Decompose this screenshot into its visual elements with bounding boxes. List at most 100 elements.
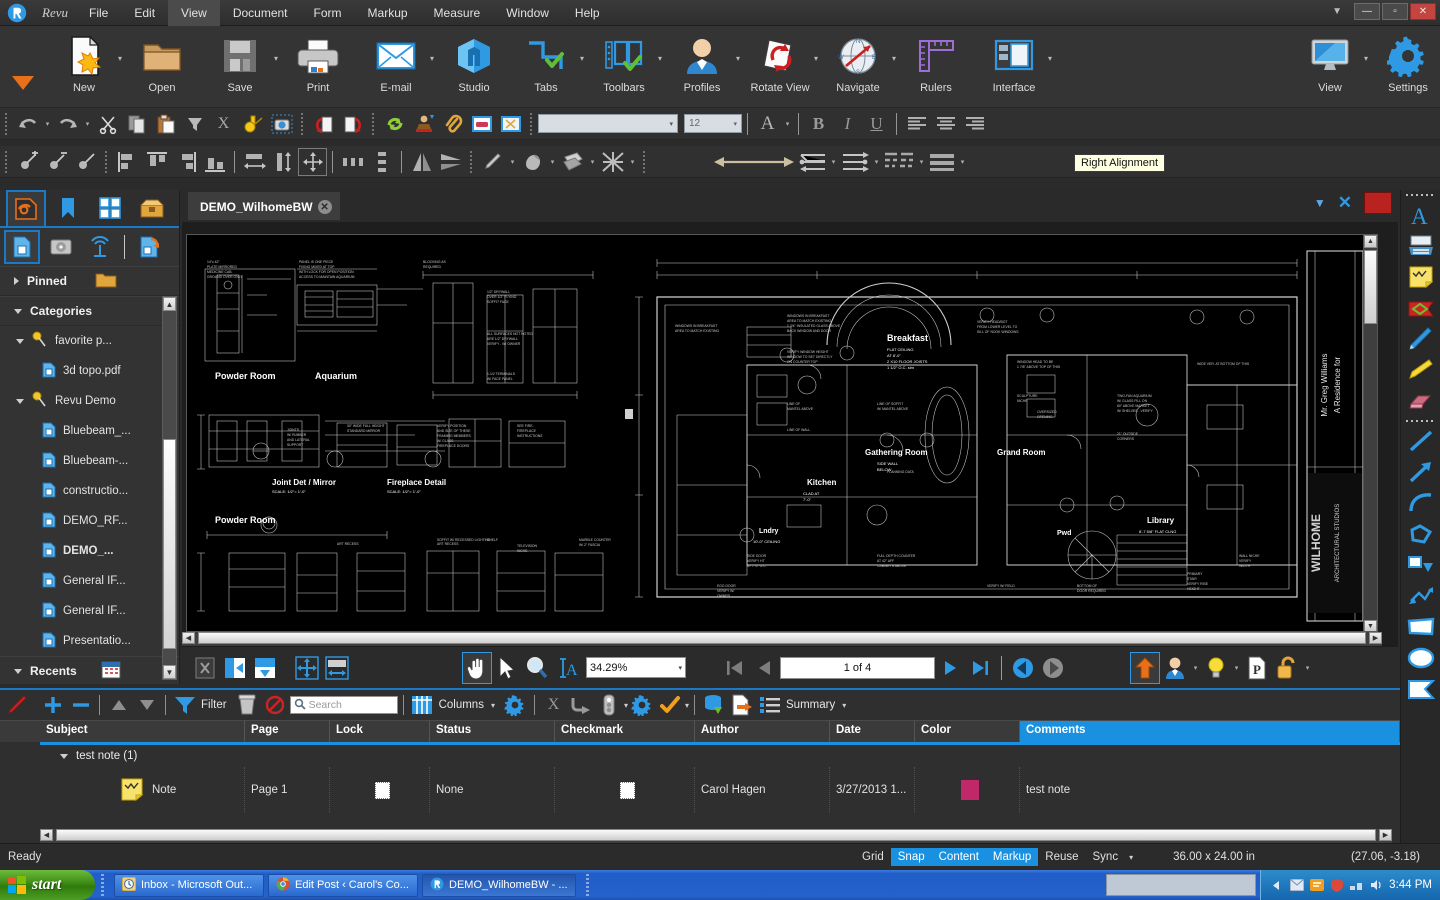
file-demo-active[interactable]: DEMO_... [0, 536, 179, 566]
lightbulb-caret-icon[interactable]: ▾ [1231, 654, 1242, 682]
pen-caret-icon[interactable]: ▾ [507, 148, 518, 176]
text-A-icon[interactable]: A [1403, 199, 1439, 230]
next-page-icon[interactable] [935, 652, 965, 684]
ribbon-dropdown-arrow[interactable] [10, 74, 36, 95]
maximize-button[interactable]: ▫ [1382, 3, 1408, 20]
file-demo-rf[interactable]: DEMO_RF... [0, 506, 179, 536]
paste-icon[interactable] [151, 110, 180, 138]
taskbar-item-outlook[interactable]: Inbox - Microsoft Out... [114, 874, 264, 897]
column-header-checkmark[interactable]: Checkmark [555, 721, 695, 742]
trash-can-icon[interactable] [234, 691, 261, 719]
distribute-vertical-icon[interactable] [269, 148, 298, 176]
plus-icon[interactable] [39, 691, 66, 719]
panel-subtab-documents[interactable] [4, 230, 40, 264]
status-toggle-grid[interactable]: Grid [855, 848, 891, 866]
strip-grip[interactable] [1406, 416, 1436, 425]
clear-circle-slash-icon[interactable] [262, 691, 289, 719]
page-vertical-scrollbar[interactable]: ▲ ▼ [1363, 235, 1378, 632]
highlighter-icon[interactable] [1403, 354, 1439, 385]
column-header-date[interactable]: Date [830, 721, 915, 742]
print-button[interactable]: Print [284, 26, 352, 104]
align-left-objects-icon[interactable] [113, 148, 142, 176]
unlock-caret-icon[interactable]: ▾ [1302, 654, 1313, 682]
underline-icon[interactable]: U [862, 110, 891, 138]
toolbar-grip[interactable] [641, 151, 648, 173]
text-align-caret-icon[interactable]: ▾ [916, 148, 927, 176]
new-caret-icon[interactable]: ▾ [118, 26, 128, 63]
tray-clock[interactable]: 3:44 PM [1389, 879, 1432, 891]
hatch-pattern-icon[interactable] [598, 148, 627, 176]
interface-button[interactable]: Interface [980, 26, 1048, 104]
snapshot-camera-icon[interactable] [267, 110, 296, 138]
columns-icon[interactable] [409, 691, 436, 719]
select-text-icon[interactable]: A [552, 652, 582, 684]
columns-caret-icon[interactable]: ▾ [491, 701, 495, 710]
refresh-link-icon[interactable] [380, 110, 409, 138]
column-header-author[interactable]: Author [695, 721, 830, 742]
rulers-button[interactable]: Rulers [902, 26, 970, 104]
panel-subtab-recent[interactable] [131, 230, 167, 264]
file-bluebeam-1[interactable]: Bluebeam_... [0, 416, 179, 446]
font-color-A-icon[interactable]: A [753, 110, 782, 138]
start-button[interactable]: start [0, 870, 95, 900]
status-caret-icon[interactable]: ▾ [624, 701, 628, 710]
menu-measure[interactable]: Measure [421, 0, 494, 26]
profiles-caret-icon[interactable]: ▾ [736, 26, 746, 63]
delete-x-icon[interactable]: X [540, 691, 567, 719]
section-categories[interactable]: Categories [0, 296, 179, 326]
toolbar-grip[interactable] [528, 113, 535, 135]
chevron-down-icon[interactable] [14, 669, 22, 674]
toolbar-grip[interactable] [370, 113, 377, 135]
network-icon[interactable] [1349, 878, 1364, 893]
panel-scrollbar[interactable]: ▲ ▼ [162, 296, 177, 680]
up-arrow-orange-icon[interactable] [1130, 652, 1160, 684]
line-icon[interactable] [1403, 425, 1439, 456]
cell-checkmark[interactable] [555, 767, 695, 813]
rotate-view-button[interactable]: Rotate View [746, 26, 814, 104]
cut-scissors-icon[interactable] [93, 110, 122, 138]
tabs-caret-icon[interactable]: ▾ [580, 26, 590, 63]
summary-caret-icon[interactable]: ▾ [842, 701, 846, 710]
close-button[interactable]: ✕ [1410, 3, 1436, 20]
checkmark-caret-icon[interactable]: ▾ [685, 701, 689, 710]
settings-button[interactable]: Settings [1374, 26, 1440, 104]
status-toggle-sync[interactable]: Sync [1086, 848, 1126, 866]
panel-tab-file-access[interactable] [6, 190, 46, 226]
taskbar-item-revu[interactable]: DEMO_WilhomeBW - ... [422, 874, 576, 897]
redo-icon[interactable] [53, 110, 82, 138]
cloud-shape-icon[interactable] [1403, 673, 1439, 704]
summary-list-icon[interactable] [756, 691, 783, 719]
pencil-edit-icon[interactable] [4, 691, 31, 719]
orange-checkmark-icon[interactable] [657, 691, 684, 719]
polyline-icon[interactable] [1403, 518, 1439, 549]
zoom-magnifier-icon[interactable] [522, 652, 552, 684]
pan-hand-icon[interactable] [462, 652, 492, 684]
database-import-icon[interactable] [700, 691, 727, 719]
minimize-button[interactable]: — [1354, 3, 1380, 20]
arc-icon[interactable] [1403, 487, 1439, 518]
fit-width-icon[interactable] [322, 652, 352, 684]
bold-icon[interactable]: B [804, 110, 833, 138]
rotate-node-minus-icon[interactable] [42, 148, 71, 176]
file-bluebeam-2[interactable]: Bluebeam-... [0, 446, 179, 476]
align-left-icon[interactable] [902, 110, 931, 138]
hatch-caret-icon[interactable]: ▾ [627, 148, 638, 176]
menu-edit[interactable]: Edit [121, 0, 168, 26]
font-family-select[interactable]: ▾ [538, 114, 678, 133]
leader-right-icon[interactable] [839, 148, 871, 176]
flip-horizontal-icon[interactable] [407, 148, 436, 176]
down-triangle-icon[interactable] [133, 691, 160, 719]
profiles-button[interactable]: Profiles [668, 26, 736, 104]
column-header-color[interactable]: Color [915, 721, 1020, 742]
section-recents[interactable]: Recents [0, 656, 179, 684]
markups-horizontal-scrollbar[interactable]: ◀ ▶ [40, 829, 1392, 843]
sticky-note-icon[interactable] [1403, 261, 1439, 292]
lock-checkbox[interactable] [375, 782, 390, 799]
rotate-ccw-page-icon[interactable] [309, 110, 338, 138]
toolbars-caret-icon[interactable]: ▾ [658, 26, 668, 63]
menu-form[interactable]: Form [301, 0, 355, 26]
navigate-caret-icon[interactable]: ▾ [892, 26, 902, 63]
menu-markup[interactable]: Markup [355, 0, 421, 26]
split-vertical-icon[interactable] [220, 652, 250, 684]
column-header-comments[interactable]: Comments [1020, 721, 1400, 742]
